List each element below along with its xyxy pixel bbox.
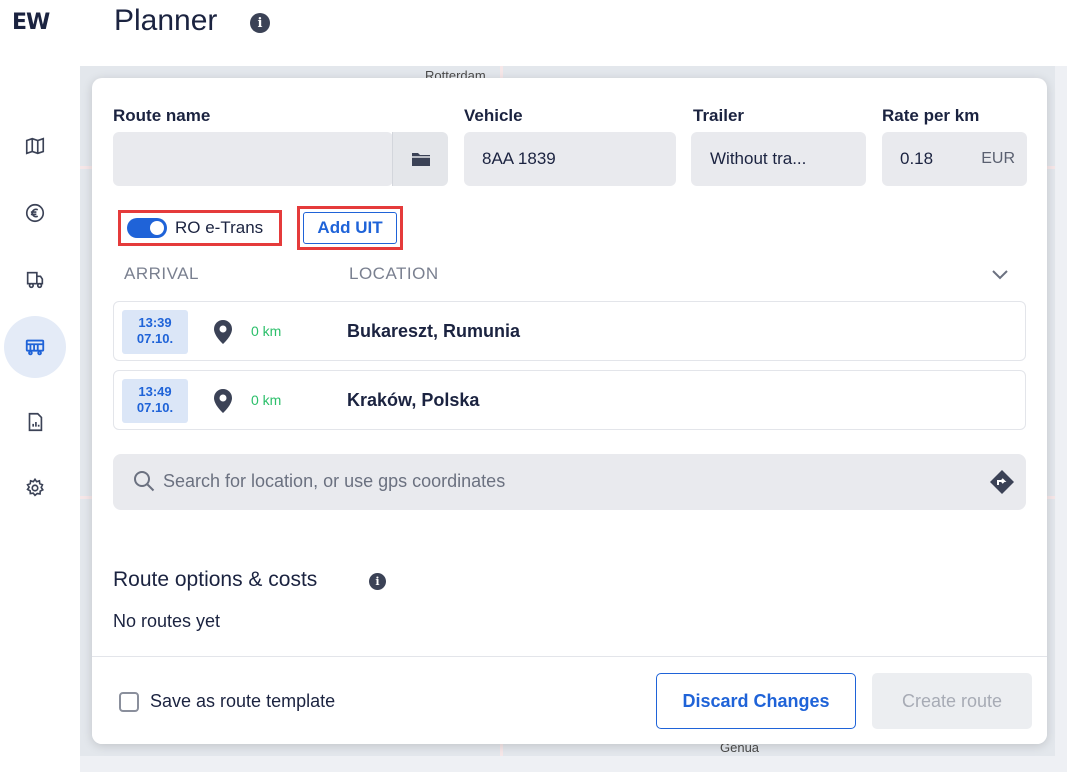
route-template-button[interactable] [392, 132, 448, 186]
stop-location-name: Bukareszt, Rumunia [347, 321, 521, 341]
stop-distance: 0 km [251, 392, 282, 408]
directions-icon[interactable] [989, 469, 1015, 495]
save-template-label[interactable]: Save as route template [150, 691, 335, 712]
stop-distance: 0 km [251, 323, 282, 339]
location-pin-icon [214, 320, 232, 344]
gear-icon [26, 477, 44, 497]
route-stop-row[interactable]: 13:49 07.10. 0 km Kraków, Polska [113, 370, 1026, 430]
route-name-input[interactable] [113, 132, 393, 186]
location-pin-icon [214, 389, 232, 413]
rate-value: 0.18 [900, 149, 934, 168]
ro-etrans-toggle-group[interactable]: RO e-Trans [118, 210, 282, 246]
search-placeholder: Search for location, or use gps coordina… [163, 471, 506, 491]
info-icon[interactable]: i [369, 573, 386, 590]
arrival-time-badge[interactable]: 13:39 07.10. [122, 310, 188, 354]
add-uit-button[interactable]: Add UIT [303, 212, 397, 244]
rate-currency: EUR [981, 150, 1015, 167]
chevron-down-icon[interactable] [990, 268, 1010, 282]
save-template-checkbox[interactable] [119, 692, 139, 712]
rate-label: Rate per km [882, 106, 980, 125]
map-icon [25, 137, 45, 155]
ro-etrans-toggle[interactable] [127, 218, 167, 238]
bus-icon [25, 339, 45, 356]
no-routes-text: No routes yet [113, 611, 221, 631]
page-title: Planner [114, 4, 218, 37]
sidebar-item-reports[interactable] [0, 394, 70, 450]
info-icon[interactable]: i [250, 13, 270, 33]
route-name-label: Route name [113, 106, 211, 125]
stop-location-name: Kraków, Polska [347, 390, 480, 410]
arrival-column-header: ARRIVAL [124, 264, 199, 283]
sidebar: EW [0, 0, 80, 772]
route-options-title: Route options & costs [113, 568, 318, 591]
sidebar-item-settings[interactable] [0, 460, 70, 516]
location-search-input[interactable]: Search for location, or use gps coordina… [113, 454, 1026, 510]
trailer-select[interactable]: Without tra... [691, 132, 866, 186]
sidebar-item-planner[interactable] [0, 316, 70, 378]
app-logo: EW [12, 10, 50, 35]
arrival-time-badge[interactable]: 13:49 07.10. [122, 379, 188, 423]
panel-footer: Save as route template Discard Changes C… [92, 656, 1047, 744]
sidebar-item-map[interactable] [0, 118, 70, 174]
vehicle-label: Vehicle [464, 106, 523, 125]
vehicle-select[interactable]: 8AA 1839 [464, 132, 676, 186]
page-header: Planner i [80, 0, 1067, 66]
report-icon [28, 412, 43, 432]
rate-input[interactable]: 0.18 EUR [882, 132, 1027, 186]
create-route-button[interactable]: Create route [872, 673, 1032, 729]
truck-icon [26, 271, 44, 289]
route-planner-panel: Route name Vehicle Trailer Rate per km 8… [92, 78, 1047, 744]
route-stop-row[interactable]: 13:39 07.10. 0 km Bukareszt, Rumunia [113, 301, 1026, 361]
search-icon [134, 471, 155, 492]
sidebar-item-fleet[interactable] [0, 252, 70, 308]
folder-icon [411, 153, 430, 166]
euro-icon [25, 203, 45, 223]
add-uit-highlight: Add UIT [297, 206, 403, 250]
trailer-label: Trailer [693, 106, 745, 125]
location-column-header: LOCATION [349, 264, 439, 283]
sidebar-item-costs[interactable] [0, 185, 70, 241]
discard-changes-button[interactable]: Discard Changes [656, 673, 856, 729]
ro-etrans-label: RO e-Trans [175, 218, 264, 237]
